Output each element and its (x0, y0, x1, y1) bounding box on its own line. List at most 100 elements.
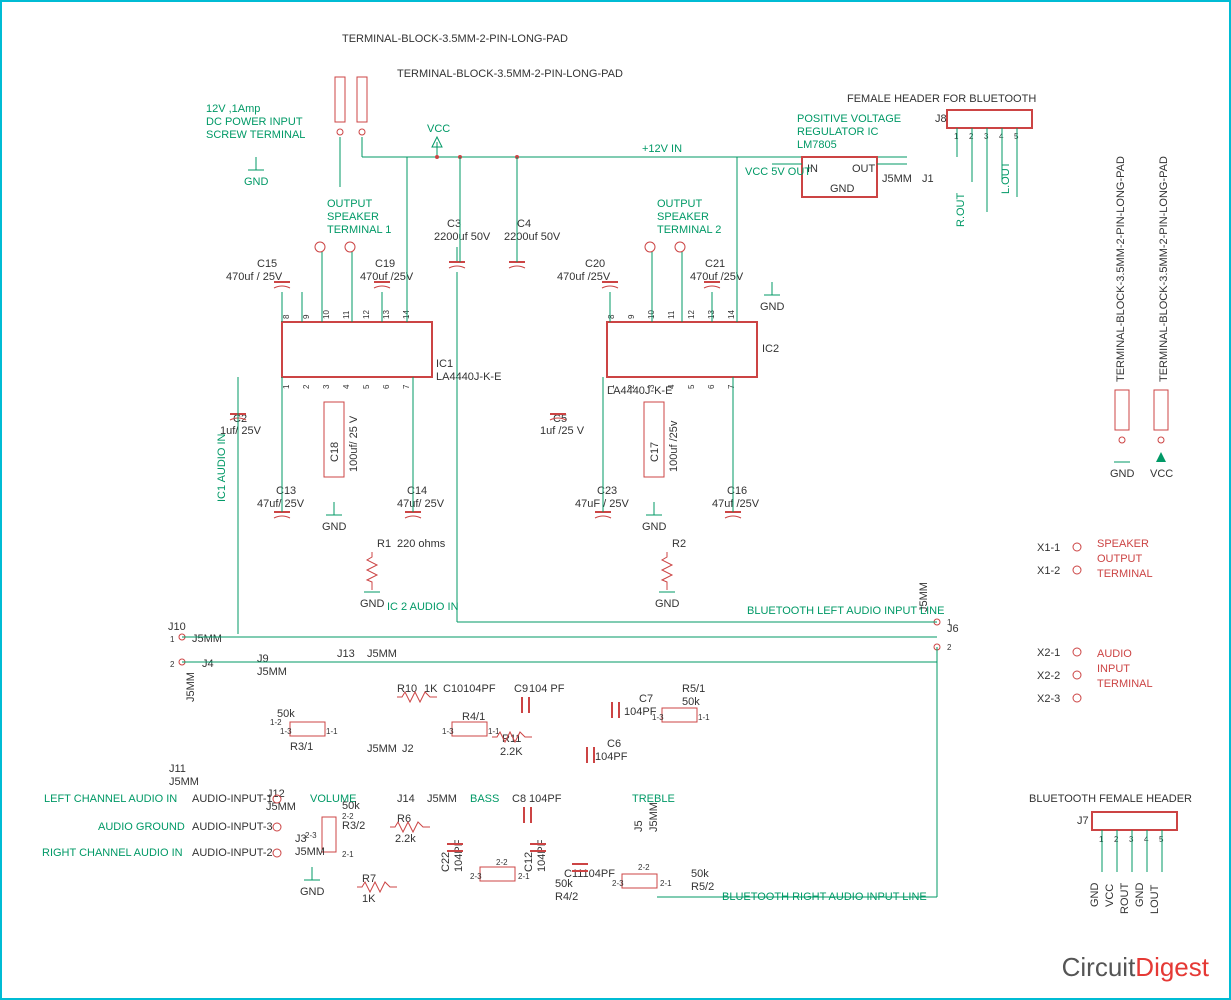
svg-text:4: 4 (667, 384, 676, 389)
right-term-sym1 (1115, 390, 1129, 430)
power-line1: 12V ,1Amp (206, 103, 260, 115)
j5-ref: J5 (633, 820, 645, 832)
svg-text:6: 6 (707, 384, 716, 389)
term-block-symbol-1 (335, 77, 345, 122)
j9-ref: J9 (257, 653, 269, 665)
svg-text:2: 2 (170, 660, 175, 669)
ic1-part: LA4440J-K-E (436, 371, 501, 383)
j7-gnd2: GND (1134, 883, 1146, 908)
j8-ref: J8 (935, 113, 947, 125)
j7-gnd1: GND (1089, 883, 1101, 908)
j10-ref: J10 (168, 621, 186, 633)
j5mm-j10: J5MM (192, 633, 222, 645)
svg-text:13: 13 (382, 310, 391, 319)
right-term1: TERMINAL-BLOCK-3.5MM-2-PIN-LONG-PAD (1115, 156, 1127, 382)
c5-val: 1uf /25 V (540, 425, 585, 437)
c4-val: 2200uf 50V (504, 231, 561, 243)
svg-text:2-3: 2-3 (470, 872, 482, 881)
c16-ref: C16 (727, 485, 747, 497)
svg-text:12: 12 (687, 310, 696, 319)
r1-symbol (367, 552, 377, 590)
svg-text:2-1: 2-1 (342, 850, 354, 859)
terminal-block-label-2: TERMINAL-BLOCK-3.5MM-2-PIN-LONG-PAD (397, 68, 623, 80)
audio-in-l1: AUDIO (1097, 648, 1132, 660)
svg-text:GND: GND (830, 183, 855, 195)
ic2-audio-in: IC 2 AUDIO IN (387, 601, 459, 613)
sp1-t3: TERMINAL 1 (327, 224, 391, 236)
svg-text:7: 7 (402, 384, 411, 389)
right-term-sym2 (1154, 390, 1168, 430)
vcc-label: VCC (427, 123, 450, 135)
c9-ref: C9 (514, 683, 528, 695)
sp1-t1: OUTPUT (327, 198, 373, 210)
speaker1-pin2 (345, 242, 355, 252)
terminal-block-label-1: TERMINAL-BLOCK-3.5MM-2-PIN-LONG-PAD (342, 33, 568, 45)
pot-r31 (290, 722, 325, 736)
svg-text:2-1: 2-1 (660, 879, 672, 888)
r5-1-ref: R5/1 (682, 683, 705, 695)
svg-text:5: 5 (362, 384, 371, 389)
svg-text:12: 12 (362, 310, 371, 319)
svg-text:2-2: 2-2 (496, 858, 508, 867)
ic2-part: LA4440J-K-E (607, 385, 672, 397)
r5-2-ref: R5/2 (691, 881, 714, 893)
svg-text:2: 2 (302, 384, 311, 389)
pot-r52 (622, 874, 657, 888)
sp2-t2: SPEAKER (657, 211, 709, 223)
ic1-chip (282, 322, 432, 377)
ic2-ref: IC2 (762, 343, 779, 355)
svg-text:9: 9 (302, 314, 311, 319)
svg-text:7: 7 (727, 384, 736, 389)
j2-ref: J2 (402, 743, 414, 755)
c23-val: 47uF / 25V (575, 498, 629, 510)
gnd-right: GND (1110, 468, 1135, 480)
svg-text:2-2: 2-2 (638, 863, 650, 872)
circuitdigest-logo: CircuitDigest (1062, 952, 1209, 983)
reg-title3: LM7805 (797, 139, 837, 151)
audio-in-1: AUDIO-INPUT-1 (192, 793, 273, 805)
bt-header-j7 (1092, 812, 1177, 830)
svg-text:5: 5 (687, 384, 696, 389)
sp2-t1: OUTPUT (657, 198, 703, 210)
svg-text:8: 8 (607, 314, 616, 319)
c13-val: 47uf/ 25V (257, 498, 305, 510)
audio-in-l3: TERMINAL (1097, 678, 1153, 690)
j14-ref: J14 (397, 793, 415, 805)
r2-ref: R2 (672, 538, 686, 550)
c7-ref: C7 (639, 693, 653, 705)
reg-title2: REGULATOR IC (797, 126, 879, 138)
svg-text:4: 4 (342, 384, 351, 389)
j7-lout: LOUT (1149, 884, 1161, 914)
power-line3: SCREW TERMINAL (206, 129, 305, 141)
gnd-ic1: GND (322, 521, 347, 533)
r4-2-ref: R4/2 (555, 891, 578, 903)
j5mm-label-1: J5MM (882, 173, 912, 185)
c14-val: 47uf/ 25V (397, 498, 445, 510)
svg-text:3: 3 (647, 384, 656, 389)
term-block-symbol-2 (357, 77, 367, 122)
right-ch-label: RIGHT CHANNEL AUDIO IN (42, 847, 183, 859)
svg-text:2: 2 (947, 643, 952, 652)
j11-ref: J11 (169, 763, 186, 775)
svg-text:1: 1 (607, 384, 616, 389)
j5mm-j14: J5MM (427, 793, 457, 805)
c19-ref: C19 (375, 258, 395, 270)
svg-text:11: 11 (342, 310, 351, 319)
svg-text:1-1: 1-1 (698, 713, 710, 722)
x1-2-pin (1073, 566, 1081, 574)
svg-text:11: 11 (667, 310, 676, 319)
svg-text:1: 1 (282, 384, 291, 389)
lout-label: L.OUT (1000, 161, 1012, 194)
bt-header-label: BLUETOOTH FEMALE HEADER (1029, 793, 1192, 805)
c17-ref: C17 (649, 442, 661, 462)
female-header-bt-label: FEMALE HEADER FOR BLUETOOTH (847, 93, 1036, 105)
r3-1-ref: R3/1 (290, 741, 313, 753)
j7-rout: ROUT (1119, 883, 1131, 914)
j7-ref: J7 (1077, 815, 1089, 827)
bass-label: BASS (470, 793, 499, 805)
j5mm-j6: J5MM (918, 582, 930, 612)
r7-val: 1K (362, 893, 376, 905)
svg-text:1-3: 1-3 (442, 727, 454, 736)
r5-2-val: 50k (691, 868, 709, 880)
speaker2-pin1 (645, 242, 655, 252)
